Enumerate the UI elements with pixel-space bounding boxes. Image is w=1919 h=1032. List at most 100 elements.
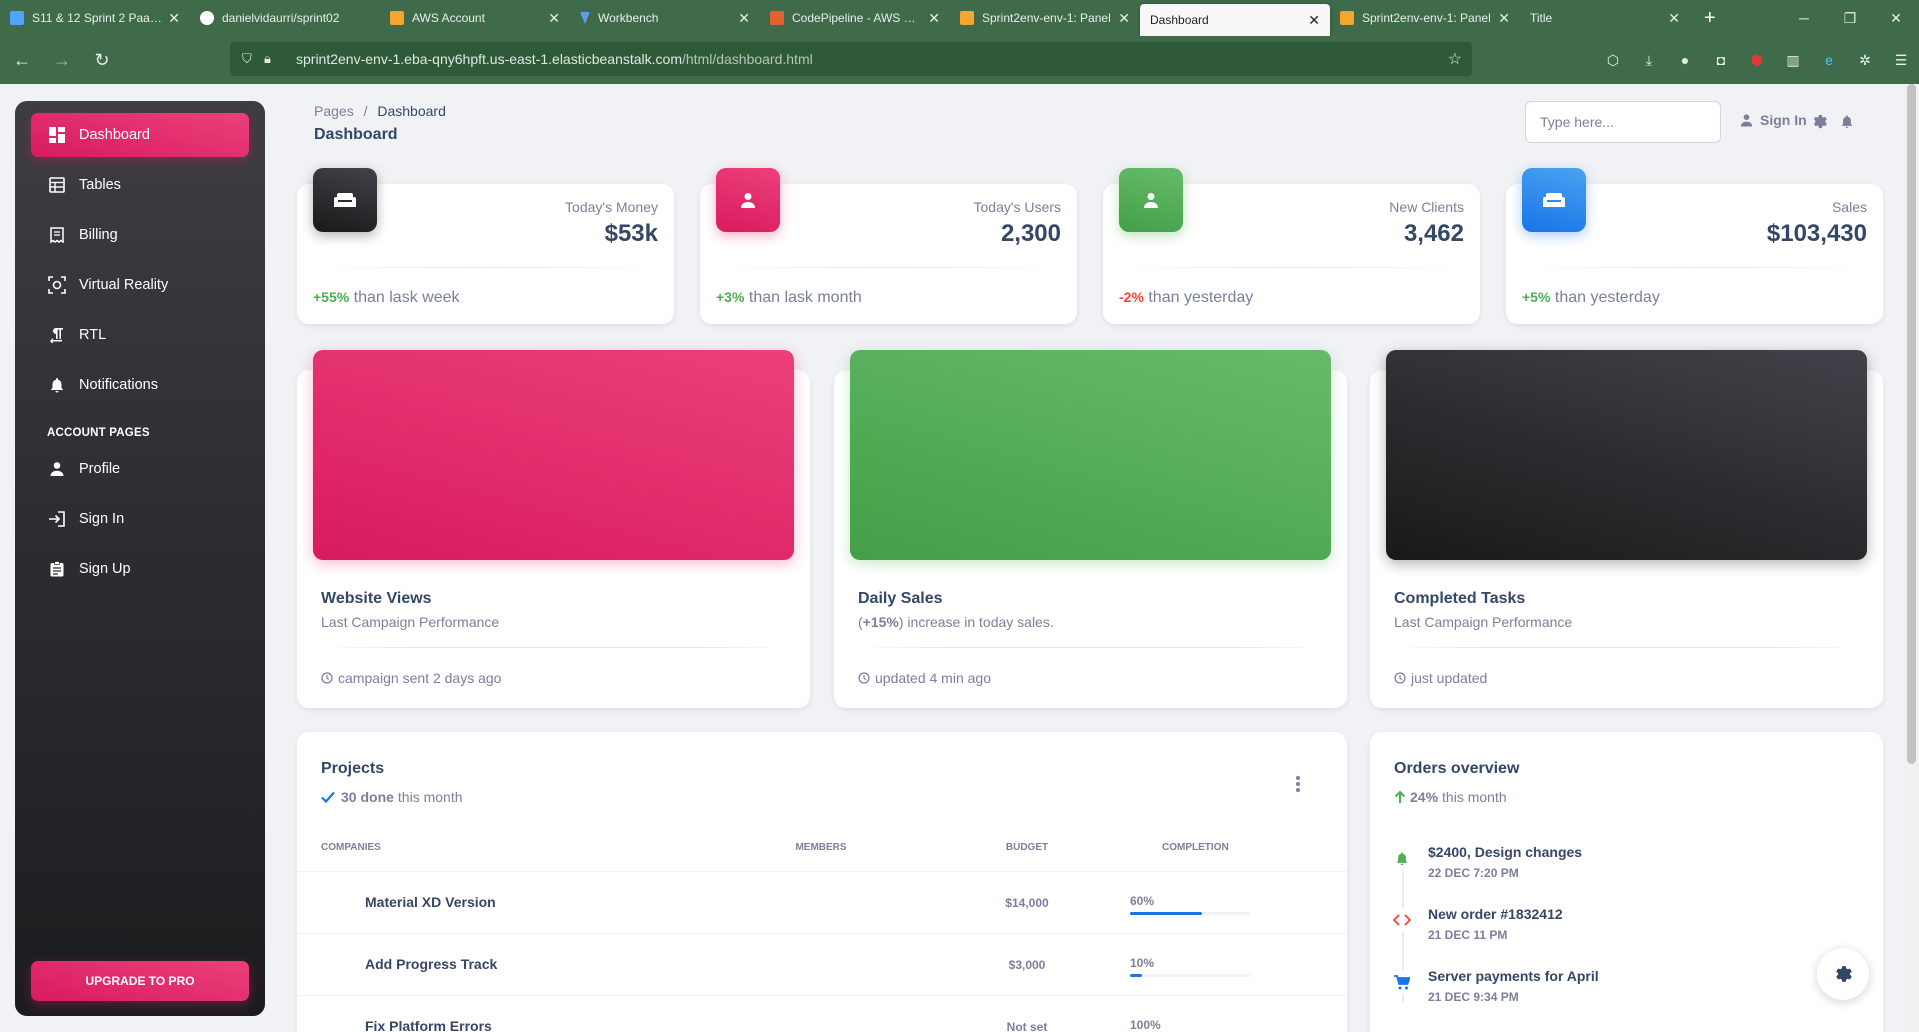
close-icon[interactable]: ✕ bbox=[548, 10, 560, 27]
pocket-icon[interactable]: ⬡ bbox=[1595, 52, 1631, 69]
browser-tab-active[interactable]: Dashboard ✕ bbox=[1140, 4, 1330, 36]
sign-in-link[interactable]: Sign In bbox=[1740, 112, 1807, 128]
url-text: sprint2env-env-1.eba-qny6hpft.us-east-1.… bbox=[296, 51, 813, 67]
sidebar-item-dashboard[interactable]: Dashboard bbox=[31, 113, 249, 157]
browser-tab[interactable]: Title ✕ bbox=[1520, 0, 1690, 36]
browser-tab[interactable]: Workbench ✕ bbox=[570, 0, 760, 36]
extensions-toolbar: ⬡ ⤓ ● ◘ ⬢ ▥ e ✲ ☰ bbox=[1595, 36, 1919, 84]
bookmark-star-icon[interactable]: ☆ bbox=[1448, 49, 1462, 69]
project-completion: 100% bbox=[1130, 1018, 1161, 1032]
sidebar-item-sign-up[interactable]: Sign Up bbox=[31, 547, 249, 591]
sidebar-item-notifications[interactable]: Notifications bbox=[31, 363, 249, 407]
divider bbox=[321, 647, 786, 648]
timeline-date: 21 DEC 11 PM bbox=[1428, 928, 1508, 942]
chart-subtitle: Last Campaign Performance bbox=[1394, 614, 1573, 630]
bell-icon[interactable] bbox=[1838, 112, 1856, 130]
stat-icon-box bbox=[1522, 168, 1586, 232]
close-icon[interactable]: ✕ bbox=[1668, 10, 1680, 27]
browser-tab[interactable]: Sprint2env-env-1: Panel ✕ bbox=[1330, 0, 1520, 36]
extension-icon[interactable]: ▥ bbox=[1775, 52, 1811, 69]
close-icon[interactable]: ✕ bbox=[1118, 10, 1130, 27]
breadcrumb-root[interactable]: Pages bbox=[314, 103, 354, 119]
lock-icon: 🔒︎ bbox=[264, 51, 271, 66]
sidebar-item-label: Billing bbox=[79, 227, 118, 243]
url-host: sprint2env-env-1.eba-qny6hpft.us-east-1.… bbox=[296, 51, 682, 67]
window-controls: ─ ❐ ✕ bbox=[1781, 0, 1919, 36]
forward-arrow-icon[interactable]: → bbox=[44, 42, 80, 78]
table-row[interactable]: Fix Platform Errors Not set 100% bbox=[297, 996, 1347, 1032]
extension-icon[interactable]: e bbox=[1811, 52, 1847, 68]
bell-icon bbox=[1390, 846, 1414, 870]
close-icon[interactable]: ✕ bbox=[738, 10, 750, 27]
bell-icon bbox=[47, 375, 67, 395]
download-icon[interactable]: ⤓ bbox=[1631, 52, 1667, 69]
close-icon[interactable]: ✕ bbox=[168, 10, 180, 27]
progress-bar bbox=[1130, 974, 1250, 977]
sidebar-item-sign-in[interactable]: Sign In bbox=[31, 497, 249, 541]
tab-label: S11 & 12 Sprint 2 PaaS ( bbox=[32, 11, 163, 25]
extension-icon[interactable]: ◘ bbox=[1703, 52, 1739, 68]
close-icon[interactable]: ✕ bbox=[928, 10, 940, 27]
browser-tab[interactable]: danielvidaurri/sprint02 bbox=[190, 0, 380, 36]
tab-label: CodePipeline - AWS Dev bbox=[792, 11, 923, 25]
new-tab-button[interactable]: + bbox=[1690, 7, 1730, 30]
search-input[interactable] bbox=[1526, 102, 1720, 142]
clock-icon bbox=[321, 672, 333, 684]
chart-footer-text: updated 4 min ago bbox=[875, 670, 991, 686]
browser-tab[interactable]: S11 & 12 Sprint 2 PaaS ( ✕ bbox=[0, 0, 190, 36]
page-scrollbar-thumb[interactable] bbox=[1907, 84, 1916, 764]
table-row[interactable]: Add Progress Track $3,000 10% bbox=[297, 934, 1347, 996]
extension-icon[interactable]: ● bbox=[1667, 52, 1703, 68]
adblock-icon[interactable]: ⬢ bbox=[1739, 52, 1775, 69]
orders-growth: 24% bbox=[1410, 789, 1439, 805]
close-icon[interactable]: ✕ bbox=[1498, 10, 1510, 27]
chart-subtitle: (+15%) increase in today sales. bbox=[858, 614, 1054, 630]
reload-icon[interactable]: ↻ bbox=[84, 42, 120, 78]
back-arrow-icon[interactable]: ← bbox=[4, 42, 40, 78]
weekend-icon bbox=[1543, 193, 1565, 207]
settings-fab-button[interactable] bbox=[1817, 948, 1869, 1000]
timeline-text: New order #1832412 bbox=[1428, 906, 1563, 922]
divider bbox=[858, 647, 1323, 648]
breadcrumb-current: Dashboard bbox=[377, 103, 446, 119]
sidebar-item-billing[interactable]: Billing bbox=[31, 213, 249, 257]
browser-tab[interactable]: Sprint2env-env-1: Panel ✕ bbox=[950, 0, 1140, 36]
sidebar-item-label: Virtual Reality bbox=[79, 277, 169, 293]
stat-value: 3,462 bbox=[1403, 220, 1464, 247]
timeline-date: 21 DEC 9:34 PM bbox=[1428, 990, 1519, 1004]
browser-tabbar: S11 & 12 Sprint 2 PaaS ( ✕ danielvidaurr… bbox=[0, 0, 1919, 36]
gear-icon[interactable] bbox=[1810, 112, 1828, 130]
more-vert-icon[interactable] bbox=[1293, 774, 1303, 794]
minimize-icon[interactable]: ─ bbox=[1781, 0, 1827, 36]
url-bar[interactable]: ⛉ 🔒︎ sprint2env-env-1.eba-qny6hpft.us-ea… bbox=[230, 42, 1472, 76]
view-in-ar-icon bbox=[47, 275, 67, 295]
table-header: COMPANIES MEMBERS BUDGET COMPLETION bbox=[297, 842, 1347, 872]
sidebar-item-tables[interactable]: Tables bbox=[31, 163, 249, 207]
person-icon bbox=[47, 459, 67, 479]
divider bbox=[1522, 267, 1867, 268]
browser-tab[interactable]: CodePipeline - AWS Dev ✕ bbox=[760, 0, 950, 36]
divider bbox=[313, 267, 658, 268]
codepipeline-icon bbox=[770, 11, 784, 25]
stat-footer: +3% than lask month bbox=[716, 289, 862, 307]
close-icon[interactable]: ✕ bbox=[1308, 12, 1320, 29]
restore-icon[interactable]: ❐ bbox=[1827, 0, 1873, 36]
menu-icon[interactable]: ☰ bbox=[1883, 52, 1919, 69]
chart-title: Website Views bbox=[321, 590, 432, 607]
project-completion: 10% bbox=[1130, 956, 1155, 970]
dashboard-icon bbox=[47, 125, 67, 145]
stat-card-users: Today's Users 2,300 +3% than lask month bbox=[700, 168, 1077, 324]
cart-icon bbox=[1390, 970, 1414, 994]
table-row[interactable]: Material XD Version $14,000 60% bbox=[297, 872, 1347, 934]
assignment-icon bbox=[47, 559, 67, 579]
sidebar-item-rtl[interactable]: RTL bbox=[31, 313, 249, 357]
extensions-puzzle-icon[interactable]: ✲ bbox=[1847, 52, 1883, 69]
browser-tab[interactable]: AWS Account ✕ bbox=[380, 0, 570, 36]
sidebar-item-virtual-reality[interactable]: Virtual Reality bbox=[31, 263, 249, 307]
stat-value: $53k bbox=[604, 220, 658, 247]
upgrade-to-pro-button[interactable]: UPGRADE TO PRO bbox=[31, 961, 249, 1001]
aws-box-icon bbox=[1340, 11, 1354, 25]
sidebar-item-profile[interactable]: Profile bbox=[31, 447, 249, 491]
chart-card-completed-tasks: Completed Tasks Last Campaign Performanc… bbox=[1370, 350, 1883, 708]
close-window-icon[interactable]: ✕ bbox=[1873, 0, 1919, 36]
